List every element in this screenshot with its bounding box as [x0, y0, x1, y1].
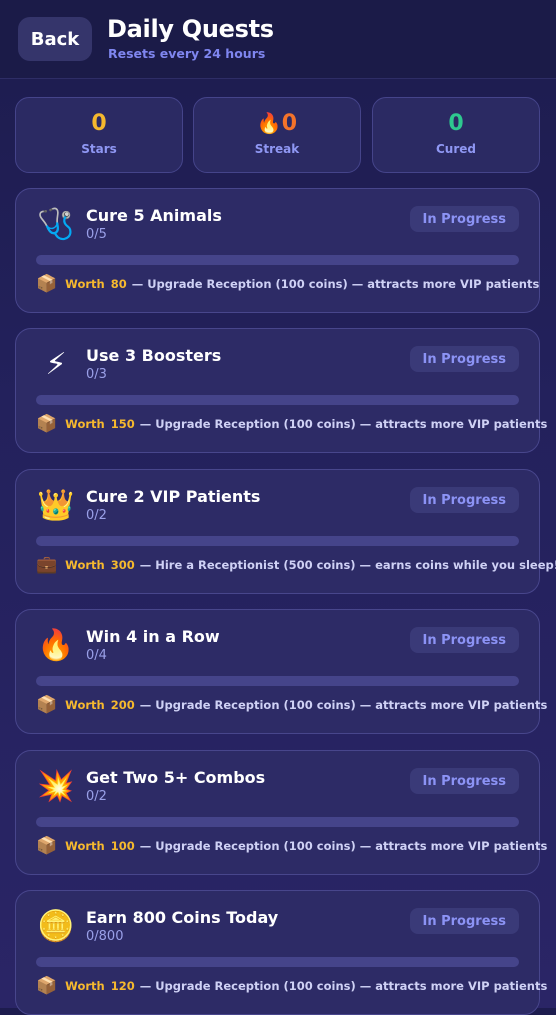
reward-worth-label: Worth [65, 979, 105, 993]
progress-bar [36, 676, 519, 686]
reward-unlock-text: — Hire a Receptionist (500 coins) — earn… [139, 558, 556, 572]
reward-worth-label: Worth [65, 417, 105, 431]
quest-progress-text: 0/3 [86, 367, 107, 382]
reward-amount: 80 [110, 277, 127, 291]
quest-card[interactable]: 👑 Cure 2 VIP Patients 0/2 In Progress 💼 … [15, 469, 556, 594]
quest-reward: 📦 Worth 80 — Upgrade Reception (100 coin… [36, 274, 539, 294]
back-button[interactable]: Back [18, 17, 92, 61]
explosion-icon: 💥 [37, 769, 75, 804]
progress-bar [36, 957, 519, 967]
progress-bar [36, 536, 519, 546]
crown-icon: 👑 [37, 488, 75, 523]
quest-reward: 📦 Worth 100 — Upgrade Reception (100 coi… [36, 836, 547, 856]
reward-amount: 120 [110, 979, 135, 993]
stat-streak-label: Streak [254, 142, 300, 156]
quest-title: Cure 5 Animals [86, 206, 222, 225]
stat-cured: 0 Cured [372, 97, 540, 173]
progress-bar [36, 255, 519, 265]
reward-amount: 150 [110, 417, 135, 431]
box-icon: 📦 [36, 414, 58, 434]
quest-progress-text: 0/5 [86, 227, 107, 242]
quest-card[interactable]: 🪙 Earn 800 Coins Today 0/800 In Progress… [15, 890, 547, 1015]
reward-worth-label: Worth [65, 277, 105, 291]
reward-unlock-text: — Upgrade Reception (100 coins) — attrac… [139, 698, 548, 712]
lightning-icon: ⚡ [45, 347, 67, 382]
stat-streak-value-row: 🔥0 [194, 111, 360, 136]
box-icon: 📦 [36, 836, 58, 856]
status-badge: In Progress [409, 908, 519, 934]
quest-title: Get Two 5+ Combos [86, 768, 266, 787]
quest-card[interactable]: 🔥 Win 4 in a Row 0/4 In Progress 📦 Worth… [15, 609, 547, 734]
page-subtitle: Resets every 24 hours [108, 46, 266, 61]
status-badge: In Progress [409, 768, 519, 794]
quest-title: Cure 2 VIP Patients [86, 487, 261, 506]
stat-streak-value: 0 [281, 111, 298, 136]
coin-icon: 🪙 [37, 909, 75, 944]
quest-card[interactable]: 🩺 Cure 5 Animals 0/5 In Progress 📦 Worth… [15, 188, 540, 313]
stat-cured-value: 0 [448, 111, 464, 136]
stethoscope-icon: 🩺 [37, 207, 75, 242]
progress-bar [36, 395, 519, 405]
quest-card[interactable]: ⚡ Use 3 Boosters 0/3 In Progress 📦 Worth… [15, 328, 547, 453]
reward-unlock-text: — Upgrade Reception (100 coins) — attrac… [139, 839, 548, 853]
reward-worth-label: Worth [65, 558, 105, 572]
status-badge: In Progress [409, 346, 519, 372]
reward-worth-label: Worth [65, 839, 105, 853]
quest-title: Earn 800 Coins Today [86, 908, 279, 927]
quest-card[interactable]: 💥 Get Two 5+ Combos 0/2 In Progress 📦 Wo… [15, 750, 547, 875]
stat-stars-value: 0 [91, 111, 107, 136]
page-title: Daily Quests [107, 15, 274, 43]
status-badge: In Progress [409, 206, 519, 232]
reward-amount: 100 [110, 839, 135, 853]
quest-reward: 📦 Worth 200 — Upgrade Reception (100 coi… [36, 695, 547, 715]
reward-worth-label: Worth [65, 698, 105, 712]
box-icon: 📦 [36, 274, 58, 294]
stat-streak: 🔥0 Streak [193, 97, 361, 173]
quest-reward: 💼 Worth 300 — Hire a Receptionist (500 c… [36, 555, 556, 575]
status-badge: In Progress [409, 627, 519, 653]
fire-icon: 🔥 [37, 628, 75, 663]
quest-progress-text: 0/4 [86, 648, 107, 663]
reward-amount: 300 [110, 558, 135, 572]
quest-reward: 📦 Worth 150 — Upgrade Reception (100 coi… [36, 414, 547, 434]
header: Back Daily Quests Resets every 24 hours [0, 0, 556, 79]
reward-unlock-text: — Upgrade Reception (100 coins) — attrac… [139, 417, 548, 431]
reward-unlock-text: — Upgrade Reception (100 coins) — attrac… [139, 979, 548, 993]
status-badge: In Progress [409, 487, 519, 513]
fire-icon: 🔥 [256, 111, 282, 135]
box-icon: 📦 [36, 695, 58, 715]
stat-stars-label: Stars [81, 142, 117, 156]
briefcase-icon: 💼 [36, 555, 58, 575]
quest-progress-text: 0/2 [86, 508, 107, 523]
quest-progress-text: 0/800 [86, 929, 124, 944]
progress-bar [36, 817, 519, 827]
box-icon: 📦 [36, 976, 58, 996]
quest-title: Use 3 Boosters [86, 346, 222, 365]
reward-amount: 200 [110, 698, 135, 712]
quest-reward: 📦 Worth 120 — Upgrade Reception (100 coi… [36, 976, 547, 996]
quest-title: Win 4 in a Row [86, 627, 220, 646]
quest-progress-text: 0/2 [86, 789, 107, 804]
stat-cured-label: Cured [436, 142, 476, 156]
reward-unlock-text: — Upgrade Reception (100 coins) — attrac… [131, 277, 540, 291]
stat-stars: 0 Stars [15, 97, 183, 173]
